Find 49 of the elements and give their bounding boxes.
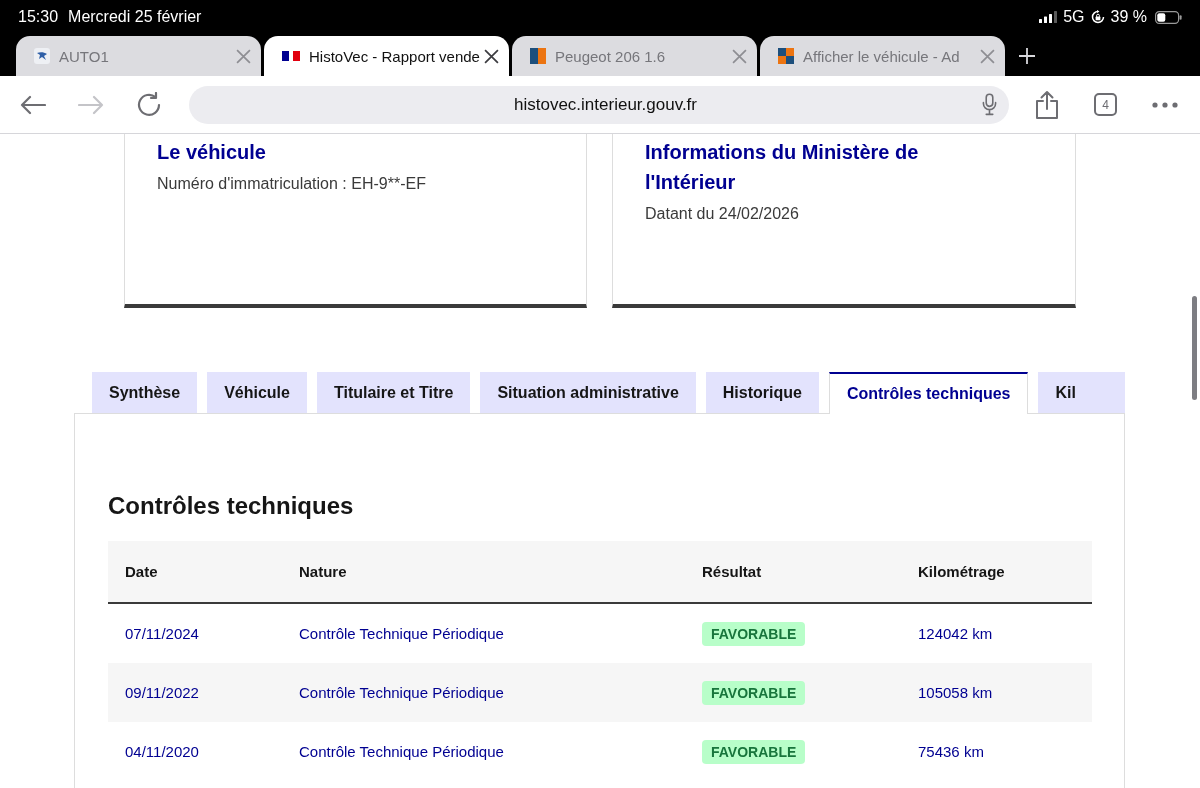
table-cell: 04/11/2020 [125, 743, 199, 760]
status-date: Mercredi 25 février [68, 8, 202, 26]
page-tab[interactable]: Véhicule [207, 372, 307, 413]
reload-icon[interactable] [136, 91, 162, 118]
table-cell: 07/11/2024 [125, 625, 199, 642]
status-badge: FAVORABLE [702, 739, 806, 764]
plus-icon[interactable] [1019, 48, 1035, 64]
share-icon[interactable] [1035, 89, 1059, 120]
back-arrow-icon[interactable] [20, 94, 46, 115]
rotation-lock-icon [1090, 10, 1105, 24]
column-header: Date [124, 563, 158, 580]
page-tab[interactable]: Situation administrative [480, 372, 696, 413]
table-cell: 124042 km [918, 625, 993, 642]
swoosh-icon [34, 48, 50, 64]
card-text: Numéro d'immatriculation : EH-9**-EF [157, 174, 427, 194]
section-title: Contrôles techniques [108, 491, 355, 521]
status-time: 15:30 [18, 8, 59, 26]
browser-tab[interactable]: HistoVec - Rapport vende [264, 36, 509, 76]
tab-count-button[interactable]: 4 [1094, 93, 1117, 116]
more-icon[interactable] [1152, 101, 1178, 108]
close-icon[interactable] [484, 48, 499, 64]
card-title: Le véhicule [157, 140, 267, 165]
column-header: Résultat [701, 563, 762, 580]
table-cell: Contrôle Technique Périodique [299, 684, 504, 701]
battery-percent: 39 % [1110, 8, 1147, 26]
address-field[interactable]: histovec.interieur.gouv.fr [189, 85, 1009, 124]
card-text: Datant du 24/02/2026 [645, 204, 800, 224]
table-cell: 09/11/2022 [125, 684, 199, 701]
checker-icon [778, 48, 794, 64]
status-badge: FAVORABLE [702, 621, 806, 646]
column-header: Kilométrage [917, 563, 1005, 580]
status-badge: FAVORABLE [702, 680, 806, 705]
signal-icon [1039, 11, 1058, 23]
table-cell: Contrôle Technique Périodique [299, 743, 504, 760]
page-tab[interactable]: Titulaire et Titre [316, 372, 471, 413]
page-tab[interactable]: Synthèse [92, 372, 198, 413]
page-tab[interactable]: Kil [1038, 372, 1125, 413]
table-cell: 105058 km [918, 684, 993, 701]
battery-icon [1155, 10, 1182, 24]
flag-icon [282, 51, 300, 61]
network-label: 5G [1063, 8, 1085, 26]
microphone-icon[interactable] [982, 93, 997, 116]
table-cell: 75436 km [918, 743, 984, 760]
table-cell: Contrôle Technique Périodique [299, 625, 504, 642]
card-title: Informations du Ministère de l'Intérieur [645, 140, 920, 195]
split-square-icon [530, 48, 546, 64]
page-tab[interactable]: Historique [705, 372, 819, 413]
column-header: Nature [298, 563, 347, 580]
page-tab[interactable]: Contrôles techniques [828, 372, 1029, 414]
